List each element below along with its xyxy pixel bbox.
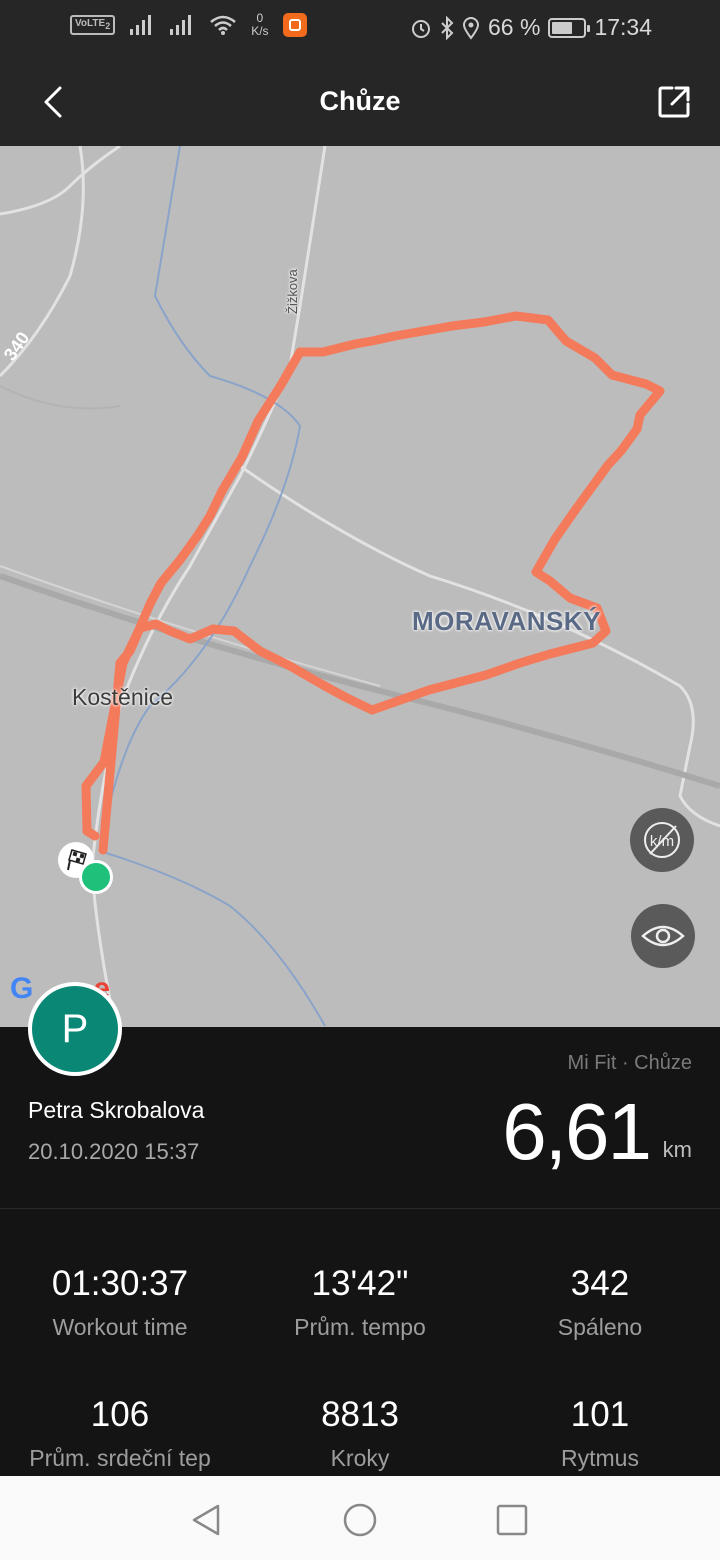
units-toggle-button[interactable]: k/m bbox=[630, 808, 694, 872]
stream bbox=[99, 146, 302, 847]
battery-icon bbox=[548, 17, 591, 38]
stat-calories: 342 Spáleno bbox=[480, 1264, 720, 1341]
signal-icon bbox=[170, 15, 192, 35]
stat-avg-heart-rate: 106 Prům. srdeční tep bbox=[0, 1395, 240, 1472]
back-triangle-icon bbox=[192, 1504, 220, 1536]
stat-label: Workout time bbox=[52, 1314, 188, 1340]
app-header: Chůze bbox=[0, 56, 720, 146]
location-icon bbox=[462, 16, 480, 40]
signal-icon bbox=[130, 15, 152, 35]
status-left: VoLTE2 0 K/s bbox=[70, 12, 307, 38]
stat-avg-pace: 13'42" Prům. tempo bbox=[240, 1264, 480, 1341]
battery-fill bbox=[552, 21, 573, 34]
stat-cadence: 101 Rytmus bbox=[480, 1395, 720, 1472]
route-map[interactable]: Kostěnice MORAVANSKÝ Žižkova 340 k/m Ge bbox=[0, 146, 720, 1027]
page-title: Chůze bbox=[319, 86, 401, 116]
end-point-marker bbox=[79, 860, 113, 894]
activity-source: Mi Fit · Chůze bbox=[567, 1052, 692, 1074]
stat-label: Prům. tempo bbox=[294, 1314, 426, 1340]
stat-value: 101 bbox=[570, 1395, 630, 1434]
recents-square-icon bbox=[496, 1504, 528, 1536]
stat-value: 01:30:37 bbox=[51, 1264, 189, 1303]
volte-icon: VoLTE2 bbox=[70, 15, 116, 35]
map-label-area: MORAVANSKÝ bbox=[412, 606, 601, 636]
clock: 17:34 bbox=[594, 14, 652, 40]
net-speed: 0 K/s bbox=[251, 11, 269, 38]
eye-icon bbox=[641, 925, 685, 947]
divider bbox=[0, 1208, 720, 1209]
distance-value: 6,61 bbox=[502, 1087, 652, 1176]
battery-percent: 66 % bbox=[488, 14, 541, 40]
home-circle-icon bbox=[343, 1503, 377, 1537]
workout-route bbox=[81, 311, 665, 855]
wifi-icon bbox=[210, 15, 237, 35]
stream bbox=[99, 850, 326, 1027]
avatar: P bbox=[28, 982, 122, 1076]
stat-label: Spáleno bbox=[557, 1314, 643, 1340]
status-bar: VoLTE2 0 K/s 66 % 17:34 bbox=[0, 0, 720, 56]
activity-date: 20.10.2020 15:37 bbox=[28, 1139, 200, 1164]
road bbox=[0, 385, 121, 410]
share-external-icon bbox=[658, 86, 690, 118]
bluetooth-icon bbox=[441, 15, 454, 40]
user-name: Petra Skrobalova bbox=[28, 1097, 205, 1123]
nav-home-button[interactable] bbox=[340, 1500, 380, 1540]
map-label-street: Žižkova bbox=[285, 269, 300, 314]
stat-workout-time: 01:30:37 Workout time bbox=[0, 1264, 240, 1341]
stat-value: 13'42" bbox=[311, 1264, 409, 1303]
app-badge-icon bbox=[282, 13, 307, 37]
system-nav-bar bbox=[0, 1476, 720, 1560]
status-right: 66 % 17:34 bbox=[410, 14, 652, 41]
stat-value: 106 bbox=[90, 1395, 150, 1434]
map-label-town: Kostěnice bbox=[72, 684, 174, 710]
road bbox=[239, 464, 720, 828]
stat-label: Prům. srdeční tep bbox=[29, 1445, 211, 1471]
road bbox=[0, 565, 381, 687]
nav-back-button[interactable] bbox=[186, 1500, 226, 1540]
avatar-letter: P bbox=[61, 1006, 89, 1051]
stat-steps: 8813 Kroky bbox=[240, 1395, 480, 1472]
stat-value: 8813 bbox=[321, 1395, 399, 1434]
share-button[interactable] bbox=[652, 80, 696, 124]
distance-unit: km bbox=[662, 1137, 692, 1162]
km-hidden-icon: k/m bbox=[644, 822, 680, 858]
visibility-toggle-button[interactable] bbox=[631, 904, 695, 968]
alarm-icon bbox=[412, 19, 430, 38]
road bbox=[0, 146, 121, 216]
stat-label: Rytmus bbox=[561, 1445, 639, 1471]
stat-value: 342 bbox=[570, 1264, 630, 1303]
stat-label: Kroky bbox=[330, 1445, 390, 1471]
map-canvas bbox=[0, 146, 720, 1027]
nav-recents-button[interactable] bbox=[492, 1500, 532, 1540]
